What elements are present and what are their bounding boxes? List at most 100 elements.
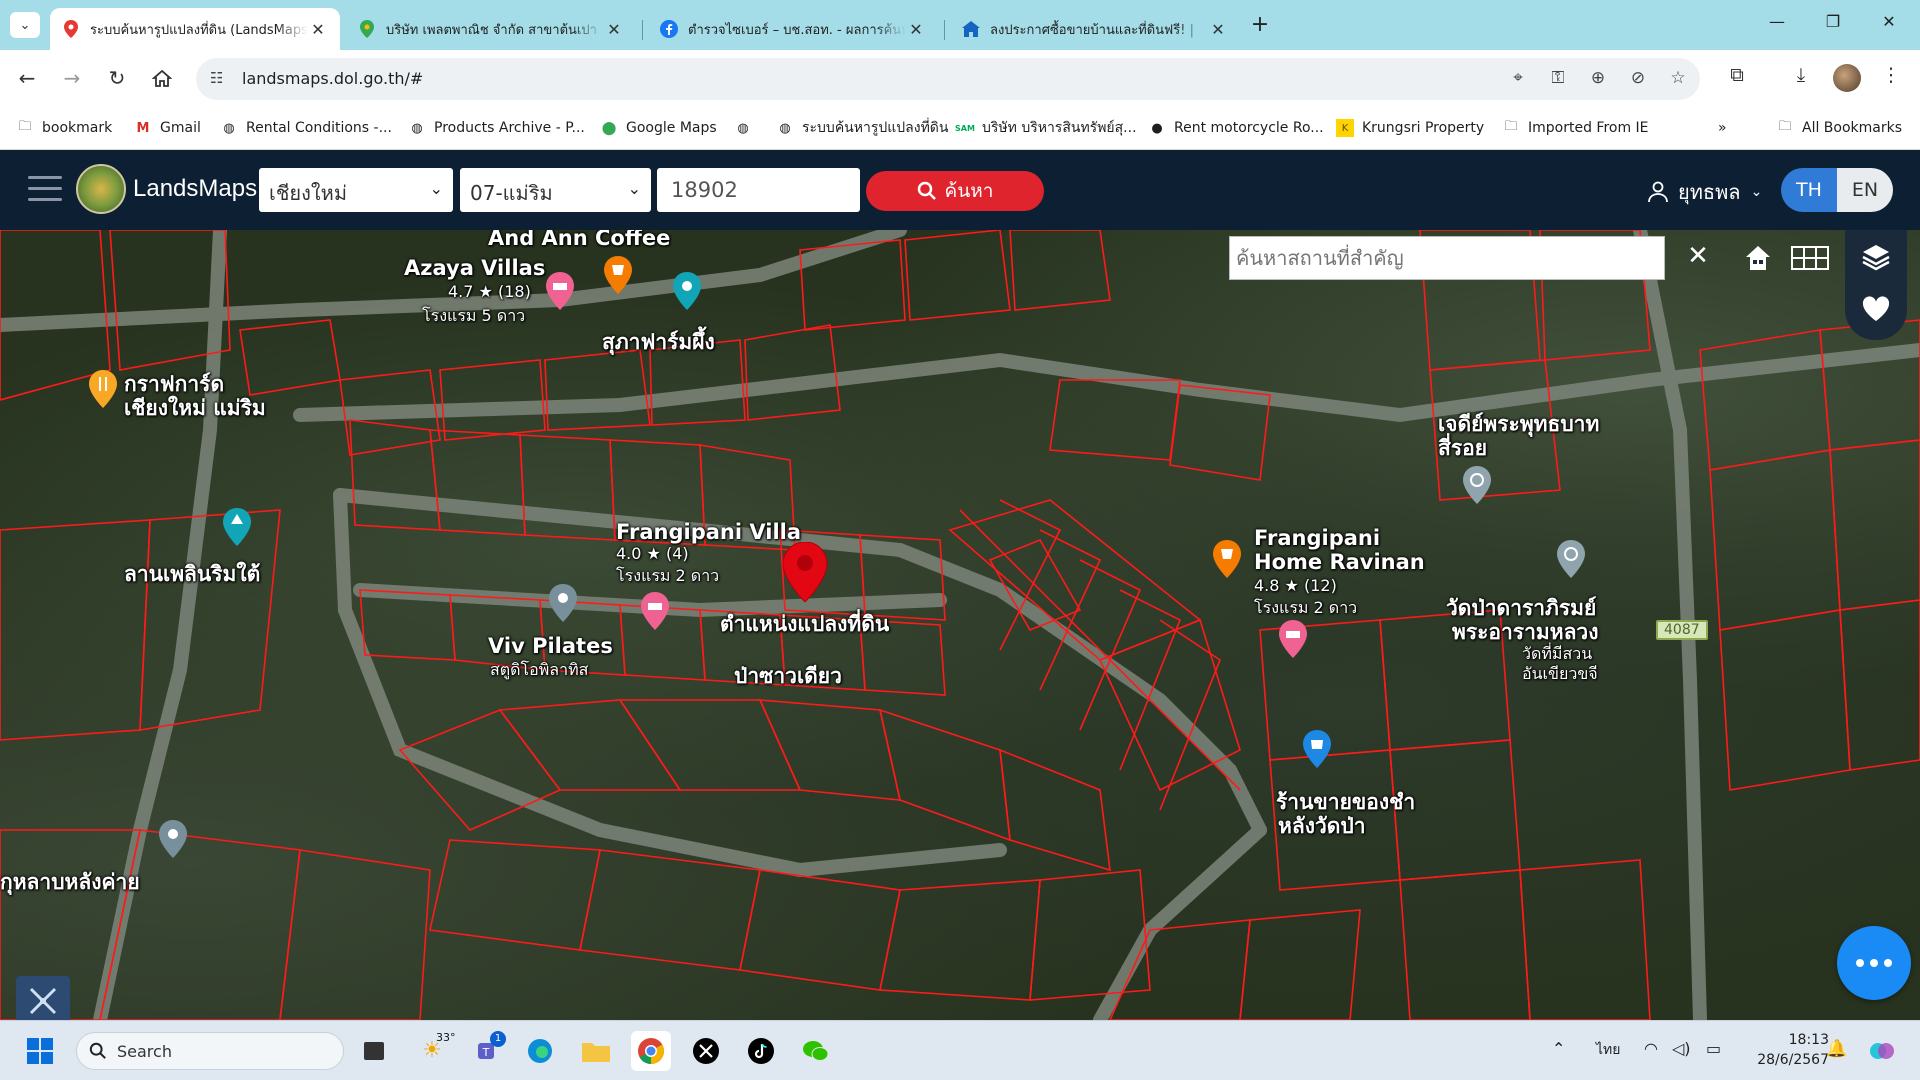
search-button[interactable]: ค้นหา — [866, 171, 1044, 211]
task-view-icon[interactable] — [354, 1031, 394, 1071]
bookmark-item[interactable]: ◍ — [734, 118, 760, 138]
bookmark-item[interactable]: SAM บริษัท บริหารสินทรัพย์สุ... — [955, 118, 1136, 138]
cafe-pin-icon[interactable] — [1212, 540, 1242, 578]
tab-close-icon[interactable]: ✕ — [906, 20, 926, 39]
star-icon[interactable]: ☆ — [1666, 68, 1690, 92]
home-map-button[interactable] — [1736, 238, 1780, 278]
input-language[interactable]: ไทย — [1596, 1039, 1620, 1061]
extensions-button[interactable]: ⧉ — [1722, 64, 1752, 94]
menu-button[interactable]: ⋮ — [1876, 64, 1906, 94]
battery-icon[interactable]: ▭ — [1706, 1039, 1721, 1058]
shop-pin-icon[interactable] — [1302, 730, 1332, 768]
tab-landsmaps[interactable]: ระบบค้นหารูปแปลงที่ดิน (LandsMaps) ✕ — [50, 8, 340, 50]
map-canvas[interactable]: ✕ And Ann Coffee Azaya Villas 4.7 ★ (18)… — [0, 230, 1920, 1020]
district-select[interactable]: 07-แม่ริม ⌄ — [460, 168, 651, 212]
parcel-location-pin-icon[interactable] — [782, 542, 828, 602]
food-pin-icon[interactable] — [88, 370, 118, 408]
bookmark-item[interactable]: K Krungsri Property — [1336, 118, 1484, 138]
downloads-button[interactable]: ⤓ — [1786, 64, 1816, 94]
notification-bell-icon[interactable]: 🔔 — [1826, 1039, 1847, 1059]
bookmark-item[interactable]: ◍ Products Archive - P... — [408, 118, 585, 138]
system-clock[interactable]: 18:13 28/6/2567 — [1757, 1030, 1829, 1070]
place-pin-icon[interactable] — [548, 584, 578, 622]
key-icon[interactable]: ⚿ — [1546, 68, 1570, 92]
attraction-pin-icon[interactable] — [672, 272, 702, 310]
tab-search-button[interactable]: ⌄ — [10, 12, 40, 38]
bookmark-item[interactable]: 🗀 Imported From IE — [1502, 118, 1648, 138]
tiktok-icon[interactable] — [741, 1031, 781, 1071]
home-button[interactable] — [147, 64, 177, 94]
teams-icon[interactable]: T 1 — [468, 1031, 508, 1071]
x-app-icon[interactable] — [686, 1031, 726, 1071]
wifi-icon[interactable]: ◠ — [1644, 1039, 1658, 1058]
taskbar-search[interactable]: Search — [76, 1032, 344, 1070]
bookmark-item[interactable]: M Gmail — [134, 118, 201, 138]
tab-close-icon[interactable]: ✕ — [308, 20, 328, 39]
bookmark-item[interactable]: 🗀 bookmark — [16, 118, 112, 138]
lang-en-button[interactable]: EN — [1837, 168, 1893, 212]
layers-button[interactable] — [1855, 236, 1897, 278]
more-bookmarks-button[interactable]: » — [1718, 118, 1727, 138]
bookmark-item[interactable]: ● Rent motorcycle Ro... — [1148, 118, 1323, 138]
forward-button[interactable]: → — [57, 64, 87, 94]
poi-label: Frangipani Villa — [616, 520, 802, 544]
tab-platpanich[interactable]: บริษัท เพลตพาณิช จำกัด สาขาต้นเปา ✕ — [346, 8, 636, 50]
tab-close-icon[interactable]: ✕ — [1208, 20, 1228, 39]
more-horiz-icon — [1856, 959, 1864, 967]
new-tab-button[interactable]: + — [1246, 12, 1274, 40]
cafe-pin-icon[interactable] — [603, 256, 633, 294]
poi-label: หลังวัดป่า — [1278, 814, 1366, 838]
zoom-icon[interactable]: ⊕ — [1586, 68, 1610, 92]
tab-cyber-police[interactable]: ตำรวจไซเบอร์ – บช.สอท. - ผลการค้นหา ✕ — [648, 8, 938, 50]
province-select[interactable]: เชียงใหม่ ⌄ — [259, 168, 453, 212]
favorite-button[interactable] — [1855, 288, 1897, 330]
place-search-input[interactable] — [1229, 236, 1665, 280]
temple-pin-icon[interactable] — [1462, 466, 1492, 504]
parcel-label: ตำแหน่งแปลงที่ดิน — [720, 612, 890, 636]
weather-widget[interactable]: ☀ 33° — [412, 1031, 455, 1071]
user-menu[interactable]: ยุทธพล ⌄ — [1648, 176, 1762, 208]
temple-pin-icon[interactable] — [1556, 540, 1586, 578]
lang-th-button[interactable]: TH — [1781, 168, 1837, 212]
chrome-icon[interactable] — [631, 1031, 671, 1071]
restore-button[interactable]: ❐ — [1810, 12, 1856, 38]
site-info-icon[interactable]: ☷ — [210, 69, 230, 89]
back-button[interactable]: ← — [12, 64, 42, 94]
poi-sub: อันเขียวขจี — [1522, 664, 1598, 683]
place-pin-icon[interactable] — [158, 820, 188, 858]
heart-icon — [1862, 296, 1890, 321]
all-bookmarks[interactable]: 🗀 All Bookmarks — [1776, 118, 1902, 138]
parcel-number-input[interactable] — [657, 168, 860, 212]
start-button[interactable] — [20, 1031, 60, 1071]
tab-close-icon[interactable]: ✕ — [604, 20, 624, 39]
hotel-pin-icon[interactable] — [640, 592, 670, 630]
close-window-button[interactable]: ✕ — [1866, 12, 1912, 38]
tab-separator — [642, 20, 643, 40]
profile-avatar[interactable] — [1833, 64, 1861, 92]
tab-property-ads[interactable]: ลงประกาศซื้อขายบ้านและที่ดินฟรี! | ✕ — [950, 8, 1240, 50]
park-pin-icon[interactable] — [222, 508, 252, 546]
hotel-pin-icon[interactable] — [1278, 620, 1308, 658]
edge-icon[interactable] — [520, 1031, 560, 1071]
bookmark-item[interactable]: ⬤ Google Maps — [600, 118, 717, 138]
address-bar[interactable]: ☷ landsmaps.dol.go.th/# ⌖ ⚿ ⊕ ⊘ ☆ — [196, 58, 1700, 100]
app-header: LandsMaps เชียงใหม่ ⌄ 07-แม่ริม ⌄ ค้นหา … — [0, 150, 1920, 230]
volume-icon[interactable]: ◁) — [1672, 1039, 1691, 1058]
location-icon[interactable]: ⌖ — [1506, 68, 1530, 92]
bookmark-item[interactable]: ◍ ระบบค้นหารูปแปลงที่ดิน — [776, 118, 948, 138]
chat-button[interactable] — [1837, 926, 1911, 1000]
map-tools-button[interactable] — [16, 976, 70, 1020]
reload-button[interactable]: ↻ — [102, 64, 132, 94]
tray-overflow-icon[interactable]: ⌃ — [1552, 1039, 1565, 1058]
eye-off-icon[interactable]: ⊘ — [1626, 68, 1650, 92]
bookmark-item[interactable]: ◍ Rental Conditions -... — [220, 118, 392, 138]
minimize-button[interactable]: — — [1754, 12, 1800, 38]
wechat-icon[interactable] — [796, 1031, 836, 1071]
hotel-pin-icon[interactable] — [545, 272, 575, 310]
layers-icon — [1862, 245, 1890, 271]
file-explorer-icon[interactable] — [576, 1031, 616, 1071]
grid-map-button[interactable] — [1788, 238, 1832, 278]
copilot-icon[interactable] — [1862, 1031, 1902, 1071]
close-icon[interactable]: ✕ — [1680, 238, 1716, 274]
menu-icon[interactable] — [28, 176, 62, 204]
